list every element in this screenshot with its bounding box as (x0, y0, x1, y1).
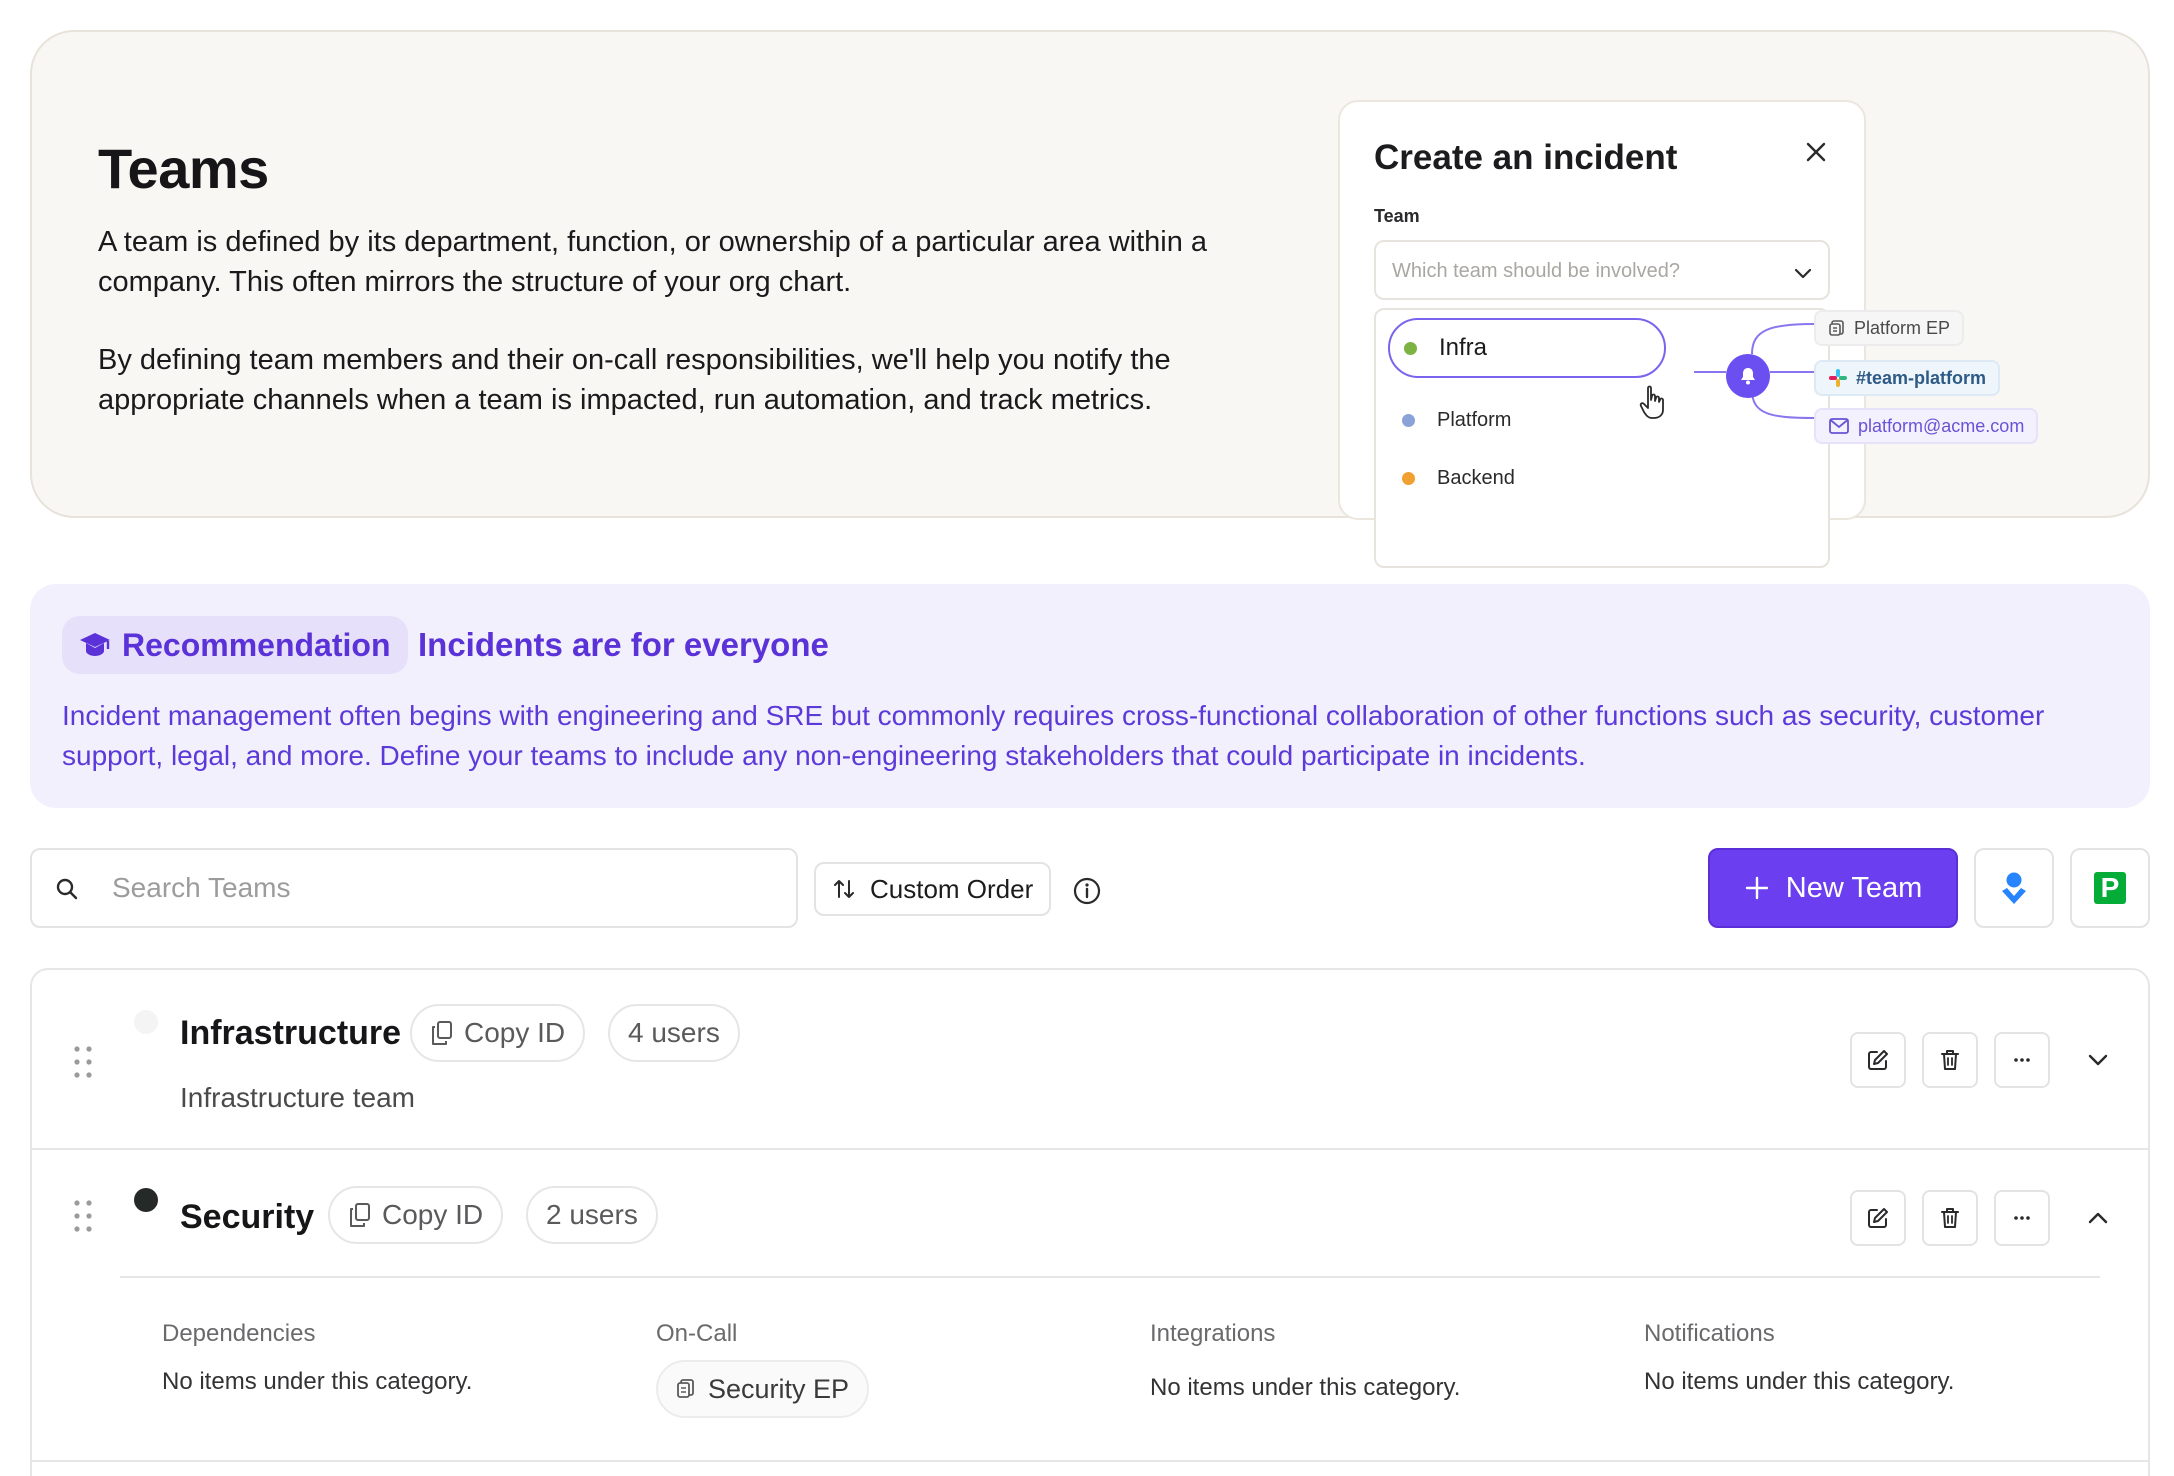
team-color-dot (134, 1188, 158, 1212)
users-count-badge[interactable]: 4 users (608, 1004, 740, 1062)
info-icon[interactable] (1072, 876, 1102, 906)
pagerduty-integration-button[interactable]: P (2070, 848, 2150, 928)
team-option-label: Infra (1439, 334, 1488, 361)
integrations-empty-text: No items under this category. (1150, 1374, 1461, 1401)
pagerduty-icon: P (2094, 872, 2126, 904)
chevron-up-icon[interactable] (2082, 1202, 2114, 1234)
opsgenie-integration-button[interactable] (1974, 848, 2054, 928)
search-input[interactable] (112, 866, 772, 910)
ellipsis-icon (2014, 1058, 2030, 1062)
team-name: Infrastructure (180, 1014, 402, 1052)
sort-arrows-icon (834, 880, 854, 898)
more-options-button[interactable] (1994, 1032, 2050, 1088)
search-box[interactable] (30, 848, 798, 928)
edit-icon (1868, 1050, 1888, 1070)
recommendation-badge-label: Recommendation (122, 626, 391, 663)
team-option-backend: Backend (1388, 448, 1515, 508)
recommendation-body: Incident management often begins with en… (62, 700, 2045, 771)
custom-order-label: Custom Order (870, 873, 1034, 904)
edit-icon (1868, 1208, 1888, 1228)
copy-id-label: Copy ID (382, 1199, 484, 1230)
copy-icon (350, 1203, 370, 1227)
row-divider (120, 1276, 2100, 1278)
team-row-security[interactable]: Security Copy ID 2 users Dependencies No… (32, 1152, 2148, 1462)
slack-channel-label: #team-platform (1856, 367, 1987, 388)
team-name: Security (180, 1198, 315, 1236)
team-description: Infrastructure team (180, 1082, 415, 1113)
hero-description-1: A team is defined by its department, fun… (98, 226, 1208, 298)
escalation-policy-pill[interactable]: Security EP (656, 1360, 870, 1418)
oncall-label: On-Call (656, 1320, 738, 1347)
slack-channel-chip: #team-platform (1814, 360, 2001, 396)
copy-icon (432, 1021, 452, 1045)
team-color-dot (134, 1010, 158, 1034)
trash-icon (1941, 1208, 1959, 1228)
new-team-label: New Team (1785, 871, 1923, 904)
illustration-title: Create an incident (1374, 138, 1678, 177)
drag-handle-icon[interactable] (72, 1198, 94, 1234)
oncall-section: On-Call Security EP (656, 1320, 870, 1418)
graduation-cap-icon (80, 633, 110, 656)
escalation-policy-label: Platform EP (1854, 317, 1951, 338)
copy-id-button[interactable]: Copy ID (328, 1186, 504, 1244)
chevron-down-icon (1794, 268, 1812, 279)
drag-handle-icon[interactable] (72, 1044, 94, 1080)
notifications-empty-text: No items under this category. (1644, 1368, 1955, 1395)
team-option-infra: Infra (1388, 318, 1666, 378)
more-options-button[interactable] (1994, 1190, 2050, 1246)
bell-icon (1741, 368, 1755, 385)
hand-cursor-icon (1639, 385, 1664, 419)
recommendation-title: Incidents are for everyone (418, 626, 829, 663)
users-count-label: 2 users (546, 1199, 638, 1230)
users-count-badge[interactable]: 2 users (526, 1186, 658, 1244)
dependencies-empty-text: No items under this category. (162, 1368, 473, 1395)
users-count-label: 4 users (628, 1017, 720, 1048)
integrations-label: Integrations (1150, 1320, 1276, 1347)
email-chip: platform@acme.com (1814, 408, 2039, 444)
team-select: Which team should be involved? (1374, 240, 1830, 300)
chevron-down-icon[interactable] (2082, 1044, 2114, 1076)
slack-icon (1829, 369, 1847, 387)
delete-team-button[interactable] (1922, 1190, 1978, 1246)
team-select-placeholder: Which team should be involved? (1392, 260, 1680, 282)
escalation-policy-icon (677, 1379, 694, 1398)
team-color-dot (1402, 413, 1415, 427)
escalation-policy-icon (1829, 320, 1844, 336)
opsgenie-icon (2002, 872, 2026, 904)
team-color-dot (1404, 341, 1417, 355)
ellipsis-icon (2014, 1216, 2030, 1220)
plus-icon (1745, 876, 1768, 900)
custom-order-button[interactable]: Custom Order (814, 862, 1052, 916)
page-title: Teams (98, 137, 269, 200)
integrations-section: Integrations No items under this categor… (1150, 1320, 1460, 1401)
team-row-infrastructure[interactable]: Infrastructure Copy ID 4 users Infrastru… (32, 970, 2148, 1150)
notifications-section: Notifications No items under this catego… (1644, 1320, 1954, 1395)
team-option-label: Backend (1437, 466, 1515, 489)
edit-team-button[interactable] (1850, 1190, 1906, 1246)
team-option-label: Platform (1437, 408, 1512, 431)
hero-description-2: By defining team members and their on-ca… (98, 344, 1171, 416)
trash-icon (1941, 1050, 1959, 1070)
notifications-label: Notifications (1644, 1320, 1775, 1347)
team-option-platform: Platform (1388, 390, 1511, 450)
delete-team-button[interactable] (1922, 1032, 1978, 1088)
copy-id-button[interactable]: Copy ID (410, 1004, 586, 1062)
email-label: platform@acme.com (1858, 415, 2025, 436)
team-field-label: Team (1374, 206, 1420, 226)
escalation-policy-chip: Platform EP (1814, 310, 1965, 346)
mail-icon (1829, 418, 1849, 434)
recommendation-badge: Recommendation (62, 616, 409, 674)
escalation-policy-label: Security EP (708, 1373, 850, 1404)
search-icon (56, 878, 78, 900)
notification-hub (1726, 354, 1770, 398)
dependencies-section: Dependencies No items under this categor… (162, 1320, 472, 1395)
teams-list: Infrastructure Copy ID 4 users Infrastru… (30, 968, 2150, 1476)
copy-id-label: Copy ID (464, 1017, 566, 1048)
recommendation-banner: Recommendation Incidents are for everyon… (30, 584, 2150, 808)
edit-team-button[interactable] (1850, 1032, 1906, 1088)
dependencies-label: Dependencies (162, 1320, 316, 1347)
team-color-dot (1402, 471, 1415, 485)
close-icon (1806, 142, 1826, 162)
new-team-button[interactable]: New Team (1708, 848, 1958, 928)
